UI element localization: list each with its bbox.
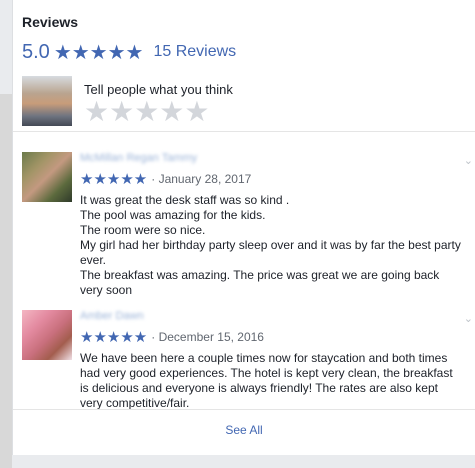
reviewer-name[interactable]: Amber Dawn [80, 310, 463, 322]
rating-summary: 5.0 ★★★★★ 15 Reviews [22, 40, 475, 64]
review-item: McMillan Regan Tammy ★★★★★ · January 28,… [13, 152, 475, 298]
reviews-header: Reviews 5.0 ★★★★★ 15 Reviews Tell people… [13, 0, 475, 132]
review-text: It was great the desk staff was so kind … [80, 193, 461, 297]
review-date[interactable]: · December 15, 2016 [151, 330, 264, 344]
chevron-down-icon[interactable]: ⌄ [464, 312, 473, 325]
write-review: Tell people what you think ★★★★★ [22, 76, 475, 128]
review-date[interactable]: · January 28, 2017 [151, 172, 251, 186]
average-rating: 5.0 [22, 40, 50, 63]
rating-stars-icon: ★★★★★ [53, 41, 144, 64]
current-user-avatar [22, 76, 72, 126]
page-footer-gap [12, 455, 475, 468]
review-text: We have been here a couple times now for… [80, 351, 453, 410]
review-item: Amber Dawn ★★★★★ · December 15, 2016 We … [13, 310, 475, 411]
review-stars-icon: ★★★★★ [80, 329, 148, 346]
rate-stars-input[interactable]: ★★★★★ [84, 95, 233, 128]
reviews-count-link[interactable]: 15 Reviews [153, 43, 236, 61]
reviews-title: Reviews [22, 14, 79, 30]
reviewer-avatar[interactable] [22, 310, 72, 360]
reviews-card: Reviews 5.0 ★★★★★ 15 Reviews Tell people… [12, 0, 475, 468]
see-all-link[interactable]: See All [13, 409, 475, 450]
chevron-down-icon[interactable]: ⌄ [464, 154, 473, 167]
page-sidebar-edge [0, 94, 12, 468]
review-stars-icon: ★★★★★ [80, 171, 148, 188]
reviewer-name[interactable]: McMillan Regan Tammy [80, 152, 463, 164]
reviewer-avatar[interactable] [22, 152, 72, 202]
